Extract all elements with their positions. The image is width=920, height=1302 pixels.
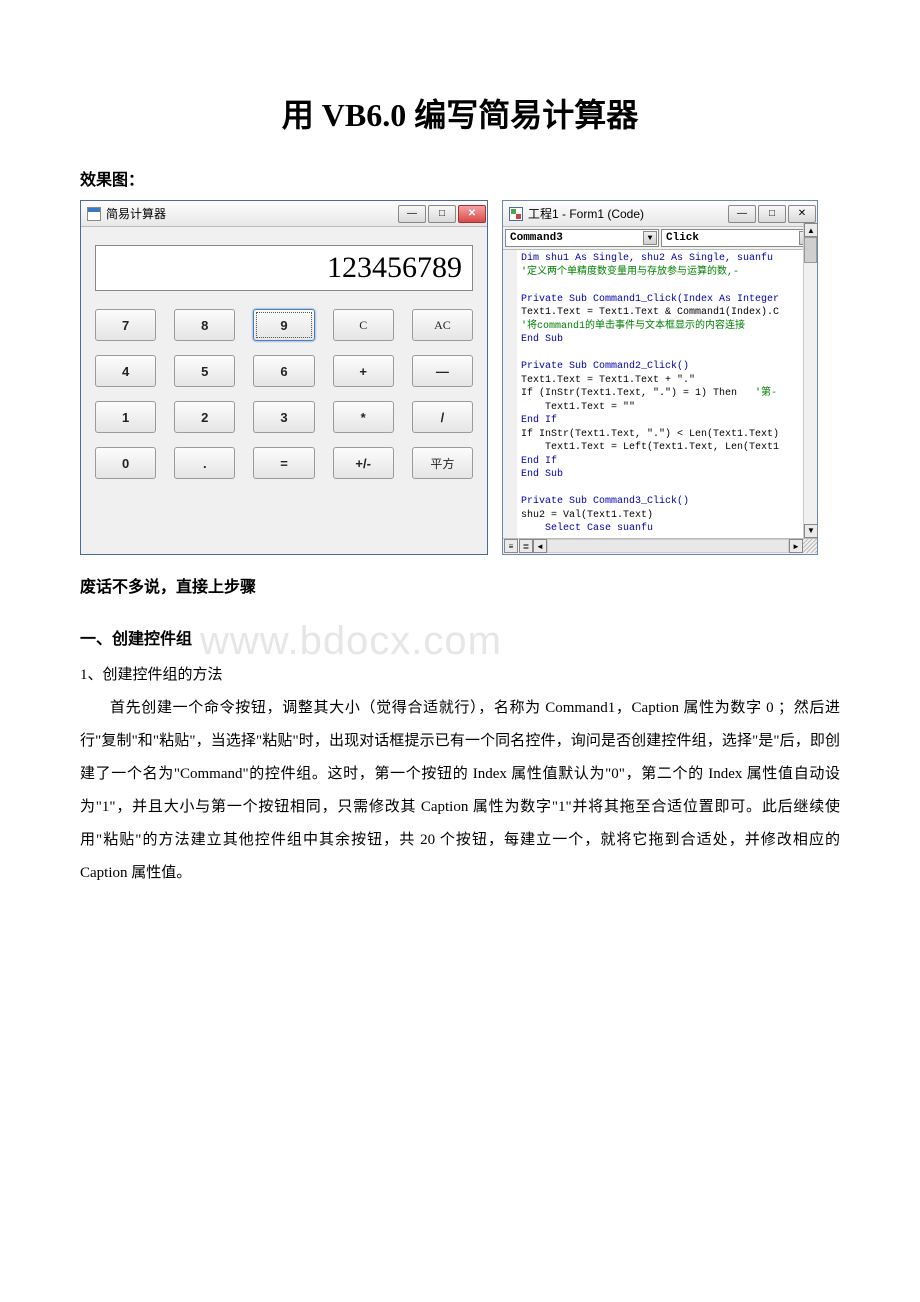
subsection-heading: 1、创建控件组的方法 [80, 659, 840, 692]
scroll-left-icon[interactable]: ◄ [533, 539, 547, 553]
scroll-track[interactable] [547, 539, 789, 553]
window-buttons: — □ ✕ [397, 205, 487, 223]
calculator-window: 简易计算器 — □ ✕ 123456789 789C AC 456 + — 123 * / 0.… [80, 200, 488, 555]
code-line: Private Sub Command3_Click() [521, 495, 817, 509]
object-combo-value: Command3 [510, 232, 563, 244]
code-line [521, 482, 817, 496]
code-line: shu2 = Val(Text1.Text) [521, 509, 817, 523]
code-window: 工程1 - Form1 (Code) — □ ✕ Command3 ▼ Clic… [502, 200, 818, 555]
code-line: End If [521, 455, 817, 469]
form-icon [87, 207, 101, 221]
button-grid: 789C AC 456 + — 123 * / 0. = +/- 平方 [95, 309, 473, 479]
procedure-combo-value: Click [666, 232, 699, 244]
code-line: End Sub [521, 468, 817, 482]
calc-button-9[interactable]: 9 [253, 309, 314, 341]
scroll-thumb[interactable] [804, 237, 817, 263]
code-minimize-button[interactable]: — [728, 205, 756, 223]
code-close-button[interactable]: ✕ [788, 205, 816, 223]
calc-button-3[interactable]: 3 [253, 401, 314, 433]
calc-button-x[interactable]: / [412, 401, 473, 433]
scroll-down-icon[interactable]: ▼ [804, 524, 818, 538]
code-line: '将command1的单击事件与文本框显示的内容连接 [521, 320, 817, 334]
calc-button-4[interactable]: 4 [95, 355, 156, 387]
screenshot-row: 简易计算器 — □ ✕ 123456789 789C AC 456 + — 123 * / 0.… [80, 200, 840, 555]
code-line: If (InStr(Text1.Text, ".") = 1) Then '第- [521, 387, 817, 401]
horizontal-scrollbar[interactable]: ≡ ≣ ◄ ► [503, 538, 817, 554]
code-icon [509, 207, 523, 221]
code-line: Text1.Text = "" [521, 401, 817, 415]
minimize-button[interactable]: — [398, 205, 426, 223]
code-title: 工程1 - Form1 (Code) [528, 205, 644, 222]
close-button[interactable]: ✕ [458, 205, 486, 223]
code-line: '定义两个单精度数变量用与存放参与运算的数,- [521, 266, 817, 280]
code-line: Dim shu1 As Single, shu2 As Single, suan… [521, 252, 817, 266]
procedure-combo[interactable]: Click ▼ [661, 229, 815, 247]
code-line: End If [521, 414, 817, 428]
calc-button-2[interactable]: 2 [174, 401, 235, 433]
chevron-down-icon: ▼ [643, 231, 657, 245]
calc-button-x[interactable]: * [333, 401, 394, 433]
code-line: Private Sub Command1_Click(Index As Inte… [521, 293, 817, 307]
view-switch-icon[interactable]: ≣ [519, 539, 533, 553]
code-line [521, 279, 817, 293]
calc-button-xxx[interactable]: +/- [333, 447, 394, 479]
code-editor[interactable]: Dim shu1 As Single, shu2 As Single, suan… [503, 250, 817, 538]
calc-button-1[interactable]: 1 [95, 401, 156, 433]
code-maximize-button[interactable]: □ [758, 205, 786, 223]
code-line: End Sub [521, 333, 817, 347]
calculator-title: 简易计算器 [106, 205, 166, 222]
display-field[interactable]: 123456789 [95, 245, 473, 291]
code-line: Text1.Text = Text1.Text & Command1(Index… [521, 306, 817, 320]
maximize-button[interactable]: □ [428, 205, 456, 223]
resize-grip-icon[interactable] [803, 539, 817, 553]
code-titlebar: 工程1 - Form1 (Code) — □ ✕ [503, 201, 817, 227]
skip-label: 废话不多说，直接上步骤 [80, 573, 840, 597]
calc-button-8[interactable]: 8 [174, 309, 235, 341]
code-line: Private Sub Command2_Click() [521, 360, 817, 374]
code-line: Select Case suanfu [521, 522, 817, 536]
scroll-right-icon[interactable]: ► [789, 539, 803, 553]
calc-button-5[interactable]: 5 [174, 355, 235, 387]
calc-button-x[interactable]: . [174, 447, 235, 479]
calc-button-C[interactable]: C [333, 309, 394, 341]
code-line [521, 347, 817, 361]
calc-button-x[interactable]: + [333, 355, 394, 387]
calc-button-0[interactable]: 0 [95, 447, 156, 479]
calc-button-xx[interactable]: 平方 [412, 447, 473, 479]
object-combo[interactable]: Command3 ▼ [505, 229, 659, 247]
calculator-titlebar: 简易计算器 — □ ✕ [81, 201, 487, 227]
view-switch-icon[interactable]: ≡ [504, 539, 518, 553]
combo-row: Command3 ▼ Click ▼ [503, 227, 817, 250]
page-title: 用 VB6.0 编写简易计算器 [80, 90, 840, 136]
section-heading-1: 一、创建控件组 [80, 625, 840, 649]
code-line: Text1.Text = Left(Text1.Text, Len(Text1 [521, 441, 817, 455]
calc-button-x[interactable]: = [253, 447, 314, 479]
calc-button-7[interactable]: 7 [95, 309, 156, 341]
vertical-scrollbar[interactable]: ▲ ▼ [803, 223, 817, 538]
calc-button-AC[interactable]: AC [412, 309, 473, 341]
code-line: Text1.Text = Text1.Text + "." [521, 374, 817, 388]
body-paragraph: 首先创建一个命令按钮，调整其大小（觉得合适就行），名称为 Command1，Ca… [80, 692, 840, 890]
scroll-up-icon[interactable]: ▲ [804, 223, 818, 237]
calc-button-x[interactable]: — [412, 355, 473, 387]
effect-label: 效果图： [80, 166, 840, 190]
code-line: If InStr(Text1.Text, ".") < Len(Text1.Te… [521, 428, 817, 442]
calc-button-6[interactable]: 6 [253, 355, 314, 387]
